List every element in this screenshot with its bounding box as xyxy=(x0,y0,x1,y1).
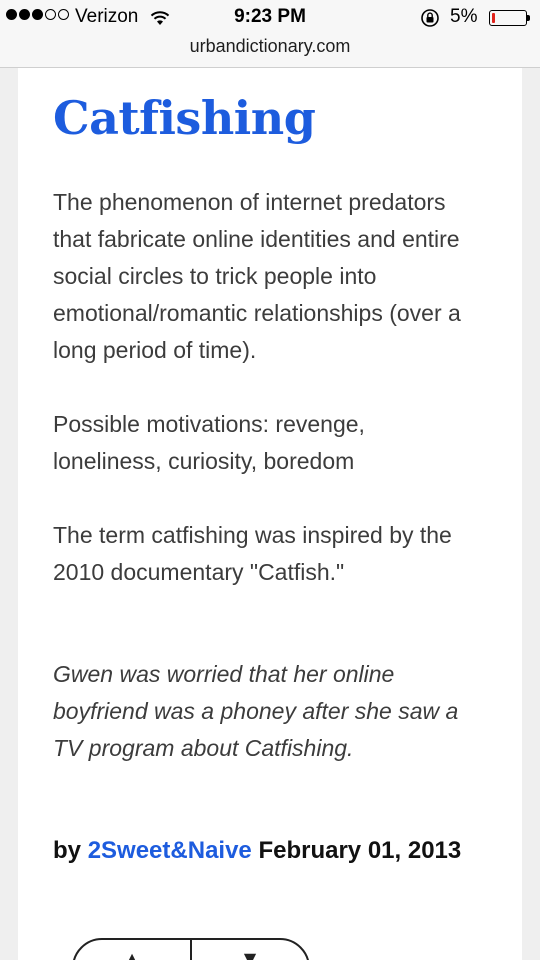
thumbs-down-icon: ▼ xyxy=(243,949,257,960)
entry-date: February 01, 2013 xyxy=(258,837,462,864)
definition-example: Gwen was worried that her online boyfrie… xyxy=(53,661,459,761)
battery-cap xyxy=(527,15,530,21)
address-bar[interactable]: urbandictionary.com xyxy=(0,36,540,57)
browser-top-bar: Verizon 9:23 PM 5% urbandictionary.com xyxy=(0,0,540,68)
by-label: by xyxy=(53,837,82,864)
vote-buttons: ▲ ▼ xyxy=(72,938,310,960)
downvote-button[interactable]: ▼ xyxy=(192,940,308,960)
screen: Verizon 9:23 PM 5% urbandictionary.com C… xyxy=(0,0,540,960)
meaning-paragraph: The term catfishing was inspired by the … xyxy=(53,522,452,585)
word-title[interactable]: Catfishing xyxy=(53,88,316,148)
upvote-button[interactable]: ▲ xyxy=(74,940,192,960)
battery-percent: 5% xyxy=(450,6,478,27)
author-link[interactable]: 2Sweet&Naive xyxy=(88,837,252,864)
rotation-lock-icon xyxy=(420,8,440,34)
battery-level xyxy=(492,13,495,23)
definition-meaning: The phenomenon of internet predators tha… xyxy=(53,184,473,591)
author-credit: by 2Sweet&Naive February 01, 2013 xyxy=(53,832,473,869)
thumbs-up-icon: ▲ xyxy=(125,949,139,960)
meaning-paragraph: Possible motivations: revenge, lonelines… xyxy=(53,411,365,474)
battery-icon xyxy=(489,10,527,26)
meaning-paragraph: The phenomenon of internet predators tha… xyxy=(53,189,461,363)
status-bar: Verizon 9:23 PM 5% xyxy=(0,4,540,32)
